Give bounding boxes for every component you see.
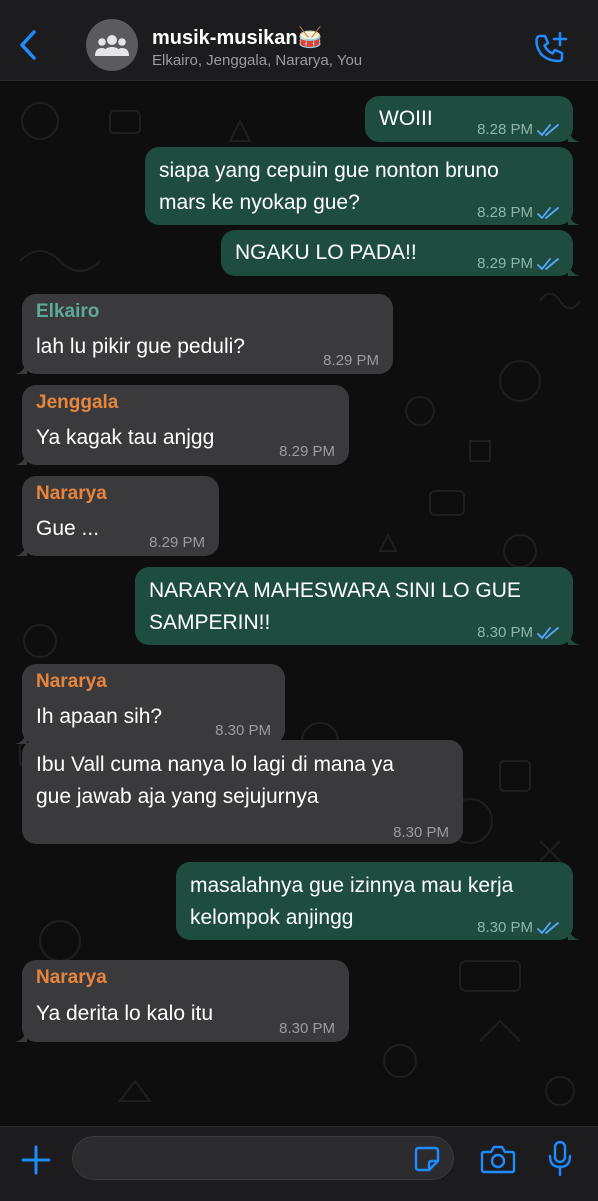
message-text: Ibu Vall cuma nanya lo lagi di mana ya	[36, 753, 394, 776]
bubble-tail	[568, 211, 580, 225]
double-check-icon	[537, 922, 559, 934]
sender-name[interactable]: Nararya	[36, 666, 107, 698]
message-meta: 8.30 PM	[477, 617, 559, 649]
sender-name[interactable]: Jenggala	[36, 387, 118, 419]
add-call-icon	[535, 31, 568, 63]
message-meta: 8.30 PM	[279, 1013, 335, 1045]
message-text: Ih apaan sih?	[36, 705, 163, 728]
message-text: NGAKU LO PADA!!	[235, 241, 417, 264]
add-call-button[interactable]	[532, 30, 570, 68]
message-text: Ya derita lo kalo itu	[36, 1002, 214, 1025]
outgoing-message[interactable]: masalahnya gue izinnya mau kerja kelompok…	[176, 862, 580, 940]
sender-name[interactable]: Nararya	[36, 478, 107, 510]
incoming-message[interactable]: Nararya Ya derita lo kalo itu 8.30 PM	[15, 960, 349, 1045]
message-meta: 8.29 PM	[477, 248, 559, 280]
message-time: 8.30 PM	[393, 824, 449, 841]
message-time: 8.28 PM	[477, 204, 533, 221]
incoming-message[interactable]: Ibu Vall cuma nanya lo lagi di mana ya gu…	[22, 740, 463, 844]
message-time: 8.29 PM	[477, 255, 533, 272]
camera-button[interactable]	[480, 1143, 516, 1175]
message-meta: 8.29 PM	[149, 527, 205, 559]
bubble-tail	[15, 451, 27, 465]
message-time: 8.29 PM	[279, 443, 335, 460]
message-meta: 8.28 PM	[477, 197, 559, 229]
message-text: Gue ...	[36, 517, 100, 540]
sender-name[interactable]: Elkairo	[36, 296, 99, 328]
incoming-message[interactable]: Jenggala Ya kagak tau anjgg 8.29 PM	[15, 385, 349, 468]
bubble-tail	[15, 1028, 27, 1042]
message-text: WOIII	[379, 107, 433, 130]
message-meta: 8.29 PM	[279, 436, 335, 468]
message-text: masalahnya gue izinnya mau kerja	[190, 874, 514, 897]
message-time: 8.30 PM	[279, 1020, 335, 1037]
microphone-icon	[548, 1140, 572, 1177]
message-text: lah lu pikir gue peduli?	[36, 335, 245, 358]
message-time: 8.28 PM	[477, 121, 533, 138]
attach-button[interactable]	[18, 1142, 54, 1178]
group-members[interactable]: Elkairo, Jenggala, Nararya, You	[152, 52, 362, 69]
message-text: siapa yang cepuin gue nonton bruno	[159, 159, 499, 182]
microphone-button[interactable]	[546, 1140, 574, 1178]
sticker-icon	[414, 1146, 440, 1172]
message-time: 8.29 PM	[149, 534, 205, 551]
chat-area[interactable]: WOIII 8.28 PM siapa yang cepuin gue nonton…	[0, 81, 598, 1126]
double-check-icon	[537, 124, 559, 136]
chat-header: musik-musikan🥁 Elkairo, Jenggala, Narary…	[0, 0, 598, 81]
message-text: NARARYA MAHESWARA SINI LO GUE	[149, 579, 521, 602]
sender-name[interactable]: Nararya	[36, 962, 107, 994]
message-text: Ya kagak tau anjgg	[36, 426, 215, 449]
group-name[interactable]: musik-musikan🥁	[152, 25, 323, 50]
chevron-left-icon	[20, 30, 36, 60]
sticker-button[interactable]	[414, 1146, 440, 1172]
message-text: mars ke nyokap gue?	[159, 191, 360, 214]
plus-icon	[21, 1145, 51, 1175]
bubble-tail	[15, 730, 27, 744]
message-meta: 8.28 PM	[477, 114, 559, 146]
composer-bar	[0, 1126, 598, 1201]
message-meta: 8.30 PM	[477, 912, 559, 944]
outgoing-message[interactable]: WOIII 8.28 PM	[365, 96, 580, 142]
outgoing-message[interactable]: NARARYA MAHESWARA SINI LO GUE SAMPERIN!! 8…	[135, 567, 580, 645]
incoming-message[interactable]: Elkairo lah lu pikir gue peduli? 8.29 PM	[15, 294, 393, 377]
group-avatar[interactable]	[86, 19, 138, 71]
message-time: 8.30 PM	[477, 919, 533, 936]
message-time: 8.30 PM	[477, 624, 533, 641]
message-input[interactable]	[72, 1136, 454, 1180]
double-check-icon	[537, 627, 559, 639]
back-button[interactable]	[12, 26, 46, 64]
outgoing-message[interactable]: siapa yang cepuin gue nonton bruno mars k…	[145, 147, 580, 225]
bubble-tail	[15, 360, 27, 374]
message-meta: 8.30 PM	[393, 817, 449, 849]
message-meta: 8.29 PM	[323, 345, 379, 377]
bubble-tail	[568, 262, 580, 276]
camera-icon	[480, 1145, 516, 1174]
bubble-tail	[15, 542, 27, 556]
double-check-icon	[537, 207, 559, 219]
message-text: kelompok anjingg	[190, 906, 354, 929]
message-time: 8.29 PM	[323, 352, 379, 369]
bubble-tail	[568, 631, 580, 645]
message-text: SAMPERIN!!	[149, 611, 271, 634]
outgoing-message[interactable]: NGAKU LO PADA!! 8.29 PM	[221, 230, 580, 276]
group-icon	[95, 35, 129, 56]
double-check-icon	[537, 258, 559, 270]
incoming-message[interactable]: Nararya Ih apaan sih? 8.30 PM	[15, 664, 285, 744]
bubble-tail	[568, 926, 580, 940]
incoming-message[interactable]: Nararya Gue ... 8.29 PM	[15, 476, 219, 559]
message-text: gue jawab aja yang sejujurnya	[36, 785, 319, 808]
bubble-tail	[568, 128, 580, 142]
